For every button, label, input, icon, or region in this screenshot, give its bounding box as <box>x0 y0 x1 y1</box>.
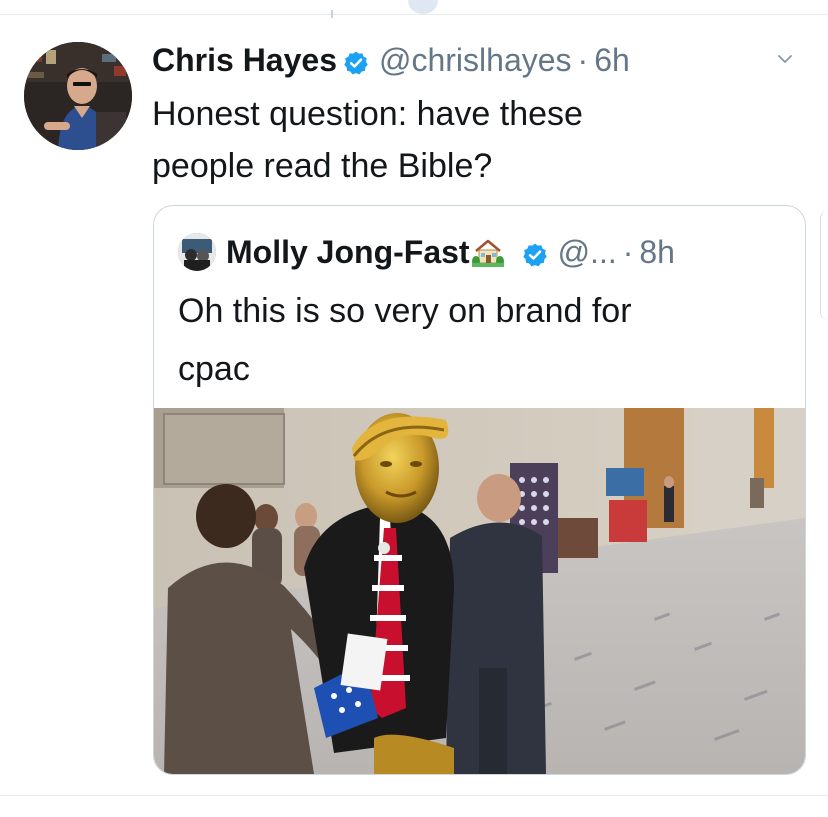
quoted-avatar[interactable] <box>178 233 216 271</box>
quoted-text-line: Oh this is so very on brand for <box>178 292 632 330</box>
separator-dot: · <box>622 233 634 270</box>
quoted-tweet-card[interactable]: Molly Jong-Fast @... · 8h Oh this is so … <box>153 205 806 775</box>
avatar[interactable] <box>24 42 132 150</box>
verified-badge-icon <box>343 47 369 75</box>
quoted-timestamp[interactable]: 8h <box>639 234 675 271</box>
top-divider <box>0 14 828 15</box>
handle[interactable]: @chrislhayes <box>379 42 572 79</box>
photo-golden-statue-icon <box>154 408 805 774</box>
tweet-text-line: people read the Bible? <box>152 147 493 185</box>
previous-tweet-tick <box>331 10 333 18</box>
bottom-divider <box>0 795 828 796</box>
tweet-header: Chris Hayes @chrislhayes · 6h <box>152 38 630 82</box>
quoted-avatar-photo-icon <box>178 233 216 271</box>
scrollbar[interactable] <box>820 210 828 320</box>
quoted-handle[interactable]: @... <box>558 234 617 271</box>
verified-badge-icon <box>522 239 548 267</box>
separator-dot: · <box>577 41 589 78</box>
previous-tweet-fragment <box>408 0 438 14</box>
quoted-text-line: cpac <box>178 350 250 388</box>
display-name[interactable]: Chris Hayes <box>152 42 337 79</box>
quoted-display-name[interactable]: Molly Jong-Fast <box>226 234 470 271</box>
house-with-garden-icon <box>471 237 504 267</box>
quoted-tweet-text: Oh this is so very on brand for cpac <box>178 282 778 398</box>
tweet-screenshot: Chris Hayes @chrislhayes · 6h Honest que… <box>0 0 828 817</box>
chevron-down-icon[interactable] <box>776 50 794 68</box>
timestamp[interactable]: 6h <box>594 42 630 79</box>
profile-photo-icon <box>24 42 132 150</box>
quoted-tweet-photo[interactable] <box>154 408 805 774</box>
tweet-text-line: Honest question: have these <box>152 95 583 133</box>
quoted-tweet-header: Molly Jong-Fast @... · 8h <box>178 230 675 274</box>
tweet-text: Honest question: have these people read … <box>152 88 792 192</box>
